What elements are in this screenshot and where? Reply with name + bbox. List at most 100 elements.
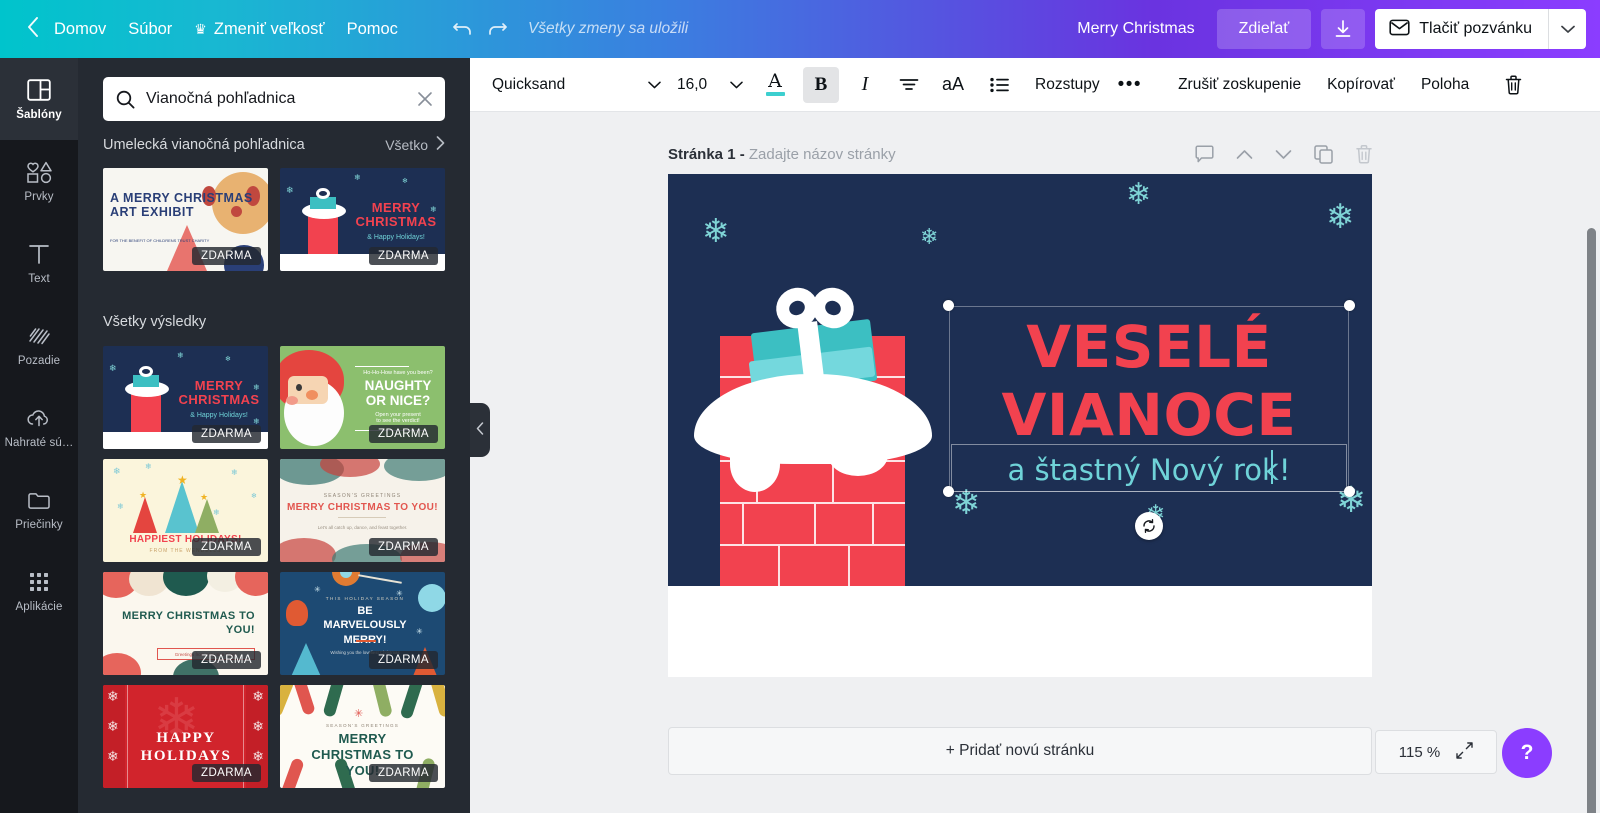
trash-icon[interactable] (1355, 144, 1373, 164)
resize-handle-bottom-right[interactable] (1344, 486, 1355, 497)
sidebar-item-text[interactable]: Text (0, 222, 78, 304)
selected-text-group[interactable]: VESELÉ VIANOCE a štastný Nový rok! (943, 300, 1355, 540)
sidebar-item-templates[interactable]: Šablóny (0, 58, 78, 140)
design-title-line2[interactable]: VIANOCE (949, 386, 1349, 444)
menu-file-label: Súbor (128, 19, 173, 38)
position-button[interactable]: Poloha (1421, 76, 1469, 94)
help-label: ? (1520, 741, 1534, 764)
design-subtitle[interactable]: a štastný Nový rok! (949, 453, 1349, 487)
italic-label: I (861, 73, 869, 95)
help-button[interactable]: ? (1502, 728, 1552, 778)
copy-button[interactable]: Kopírovať (1327, 76, 1395, 94)
document-name[interactable]: Merry Christmas (1077, 20, 1194, 38)
rotate-icon[interactable] (1135, 512, 1163, 540)
vertical-scrollbar[interactable] (1587, 228, 1596, 813)
sidebar-label-folders: Priečinky (15, 519, 63, 531)
menu-home[interactable]: Domov (54, 20, 106, 39)
zoom-level-label: 115 % (1398, 743, 1441, 761)
print-invitation-main[interactable]: Tlačiť pozvánku (1375, 9, 1548, 49)
sidebar-label-apps: Aplikácie (15, 601, 63, 613)
spacing-button[interactable]: Rozstupy (1035, 76, 1100, 94)
chevron-left-icon (476, 422, 484, 438)
design-title-line1[interactable]: VESELÉ (949, 318, 1349, 376)
close-icon[interactable] (405, 91, 445, 107)
zoom-control[interactable]: 115 % (1375, 730, 1497, 774)
download-button[interactable] (1321, 9, 1366, 49)
sidebar-item-uploads[interactable]: Nahraté sú… (0, 386, 78, 468)
font-family-selector[interactable]: Quicksand (492, 68, 667, 102)
template-card[interactable]: ❄ ❄ ❄ ❄ ❄ ❄ ❄ HAPPY HOLIDAYS ZDARMA (103, 685, 268, 788)
collapse-panel-button[interactable] (470, 403, 490, 457)
trash-icon[interactable] (1495, 67, 1531, 103)
resize-handle-top-left[interactable] (943, 300, 954, 311)
free-badge: ZDARMA (192, 764, 261, 782)
template-subtitle: THIS HOLIDAY SEASON (325, 596, 405, 601)
sidebar-item-folders[interactable]: Priečinky (0, 468, 78, 550)
chevron-down-icon[interactable] (1275, 149, 1292, 160)
template-subtitle: FOR THE BENEFIT OF CHILDRENS TRUST CHARI… (110, 238, 210, 243)
redo-icon[interactable] (480, 12, 514, 46)
chevron-down-icon[interactable] (1548, 9, 1586, 49)
template-card[interactable]: ❄ ❄ ❄ ❄ ❄ ❄ ★ ★ ★ HAPPIEST HOLIDAYS! FRO… (103, 459, 268, 562)
templates-icon (27, 77, 51, 103)
text-case-button[interactable]: aA (935, 67, 971, 103)
undo-icon[interactable] (446, 12, 480, 46)
free-badge: ZDARMA (192, 425, 261, 443)
fit-screen-icon[interactable] (1456, 741, 1473, 763)
chevron-up-icon[interactable] (1236, 149, 1253, 160)
template-card[interactable]: A MERRY CHRISTMAS ART EXHIBIT FOR THE BE… (103, 168, 268, 271)
design-artboard[interactable]: ❄ ❄ ❄ ❄ ❄ ❄ ❄ (668, 174, 1372, 586)
page-title[interactable]: Stránka 1 - Zadajte názov stránky (668, 146, 896, 163)
resize-handle-top-right[interactable] (1344, 300, 1355, 311)
template-title: A MERRY CHRISTMAS ART EXHIBIT (110, 191, 253, 219)
canvas-area[interactable]: Stránka 1 - Zadajte názov stránky ❄ ❄ ❄ … (470, 112, 1600, 813)
duplicate-icon[interactable] (1314, 144, 1333, 164)
back-icon[interactable] (26, 16, 40, 42)
menu-help[interactable]: Pomoc (347, 20, 398, 39)
resize-handle-bottom-left[interactable] (943, 486, 954, 497)
chevron-right-icon (436, 136, 445, 153)
ungroup-button[interactable]: Zrušiť zoskupenie (1178, 76, 1301, 94)
search-box[interactable] (103, 77, 445, 121)
section-header-all: Všetky výsledky (103, 314, 445, 330)
template-card[interactable]: ❄ ❄ ❄ ❄ MERRY CHRISTMAS & Happy Holidays… (280, 168, 445, 271)
align-center-icon[interactable] (891, 67, 927, 103)
more-options-label: ••• (1117, 73, 1143, 95)
sidebar-item-apps[interactable]: Aplikácie (0, 550, 78, 632)
chevron-down-icon (648, 76, 661, 94)
bullet-list-icon[interactable] (981, 67, 1017, 103)
sidebar-item-elements[interactable]: Prvky (0, 140, 78, 222)
template-card[interactable]: ❄ ❄ ❄ ❄ ❄ MERRY CHRISTMAS & Happy Holida… (103, 346, 268, 449)
italic-button[interactable]: I (847, 67, 883, 103)
background-icon (27, 323, 51, 349)
template-subtitle: SEASON'S GREETINGS (323, 493, 402, 499)
comment-icon[interactable] (1195, 145, 1214, 163)
menu-file[interactable]: Súbor (128, 20, 172, 39)
see-all-link[interactable]: Všetko (385, 136, 445, 153)
share-button[interactable]: Zdieľať (1216, 9, 1312, 49)
text-color-icon[interactable]: A (757, 67, 793, 103)
search-input[interactable] (146, 90, 405, 108)
template-card[interactable]: SEASON'S GREETINGS MERRY CHRISTMAS TO YO… (280, 459, 445, 562)
template-card[interactable]: MERRY CHRISTMAS TO YOU! Greetings from c… (103, 572, 268, 675)
bold-label: B (814, 73, 828, 95)
template-card[interactable]: ✳ ✳ ✳ THIS HOLIDAY SEASON BE MARVELOUSLY… (280, 572, 445, 675)
menu-resize[interactable]: ♛ Zmeniť veľkosť (194, 20, 324, 39)
sidebar-item-background[interactable]: Pozadie (0, 304, 78, 386)
add-page-button[interactable]: + Pridať novú stránku (668, 727, 1372, 775)
snowflake-icon: ❄ (1126, 178, 1152, 211)
spacing-label: Rozstupy (1035, 75, 1100, 93)
font-size-selector[interactable]: 16,0 (677, 68, 743, 102)
text-color-swatch (765, 92, 785, 96)
free-badge: ZDARMA (369, 764, 438, 782)
print-invitation-button[interactable]: Tlačiť pozvánku (1375, 9, 1586, 49)
position-label: Poloha (1420, 75, 1470, 93)
design-page[interactable]: ❄ ❄ ❄ ❄ ❄ ❄ ❄ (668, 174, 1372, 677)
template-card[interactable]: ✳ SEASON'S GREETINGS MERRY CHRISTMAS TO … (280, 685, 445, 788)
more-options-button[interactable]: ••• (1118, 75, 1142, 94)
chimney-illustration[interactable] (694, 280, 932, 586)
menu-help-label: Pomoc (346, 19, 398, 38)
template-card[interactable]: Ho-Ho-How have you been? NAUGHTY OR NICE… (280, 346, 445, 449)
template-subtitle: & Happy Holidays! (367, 234, 425, 241)
bold-button[interactable]: B (803, 66, 839, 103)
